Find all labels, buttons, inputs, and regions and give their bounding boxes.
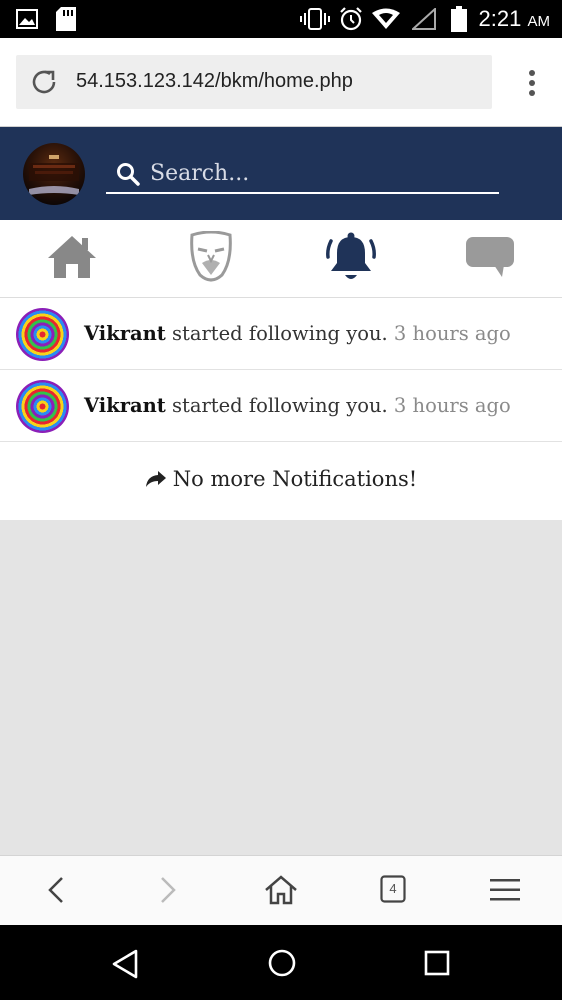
url-text: 54.153.123.142/bkm/home.php: [76, 70, 353, 92]
notification-text: Vikrant started following you. 3 hours a…: [84, 394, 511, 417]
notification-item[interactable]: Vikrant started following you. 3 hours a…: [0, 298, 562, 370]
tabs-icon[interactable]: 4: [380, 875, 406, 903]
android-nav-bar: [0, 925, 562, 1000]
notification-user-name[interactable]: Vikrant: [84, 322, 166, 345]
status-time: 2:21 AM: [478, 6, 550, 31]
tab-count: 4: [389, 881, 397, 896]
profile-avatar[interactable]: [23, 143, 85, 205]
more-vert-icon[interactable]: [528, 69, 536, 101]
reload-icon[interactable]: [28, 66, 60, 102]
search-input[interactable]: [150, 157, 490, 189]
status-bar: 2:21 AM: [0, 0, 562, 38]
battery-icon: [451, 6, 467, 36]
nav-recents-icon[interactable]: [424, 950, 450, 980]
notification-avatar[interactable]: [16, 380, 69, 433]
search-icon[interactable]: [116, 162, 140, 190]
no-more-label: No more Notifications!: [172, 467, 418, 491]
notification-user-name[interactable]: Vikrant: [84, 394, 166, 417]
home-icon[interactable]: [264, 874, 298, 910]
notification-avatar[interactable]: [16, 308, 69, 361]
no-more-notifications: No more Notifications!: [0, 442, 562, 520]
tab-home[interactable]: [2, 220, 142, 297]
nav-home-icon[interactable]: [267, 948, 297, 982]
notification-action: started following you.: [172, 322, 388, 345]
app-header: [0, 127, 562, 220]
tab-notifications[interactable]: [281, 220, 421, 297]
image-icon: [16, 9, 38, 33]
back-icon[interactable]: [44, 874, 68, 910]
chat-bubble-icon: [464, 235, 516, 283]
nav-back-icon[interactable]: [111, 949, 139, 983]
alarm-icon: [339, 7, 363, 35]
signal-icon: [410, 6, 436, 34]
browser-address-bar: 54.153.123.142/bkm/home.php: [0, 38, 562, 127]
search-field: [106, 157, 499, 194]
notification-time: 3 hours ago: [393, 394, 511, 417]
notification-item[interactable]: Vikrant started following you. 3 hours a…: [0, 370, 562, 442]
share-arrow-icon: [145, 469, 167, 493]
vibrate-icon: [300, 8, 330, 34]
notification-list: Vikrant started following you. 3 hours a…: [0, 298, 562, 520]
nav-tabs: [0, 220, 562, 298]
sd-card-icon: [56, 7, 76, 35]
bell-icon: [323, 231, 379, 287]
url-field[interactable]: 54.153.123.142/bkm/home.php: [16, 55, 492, 109]
menu-icon[interactable]: [490, 878, 520, 906]
tab-anonymous[interactable]: [141, 220, 281, 297]
notification-action: started following you.: [172, 394, 388, 417]
forward-icon[interactable]: [156, 874, 180, 910]
browser-toolbar: 4: [0, 855, 562, 926]
home-icon: [46, 234, 98, 284]
notification-text: Vikrant started following you. 3 hours a…: [84, 322, 511, 345]
tab-messages[interactable]: [420, 220, 560, 297]
mask-icon: [188, 230, 234, 287]
wifi-icon: [372, 8, 400, 34]
notification-time: 3 hours ago: [393, 322, 511, 345]
